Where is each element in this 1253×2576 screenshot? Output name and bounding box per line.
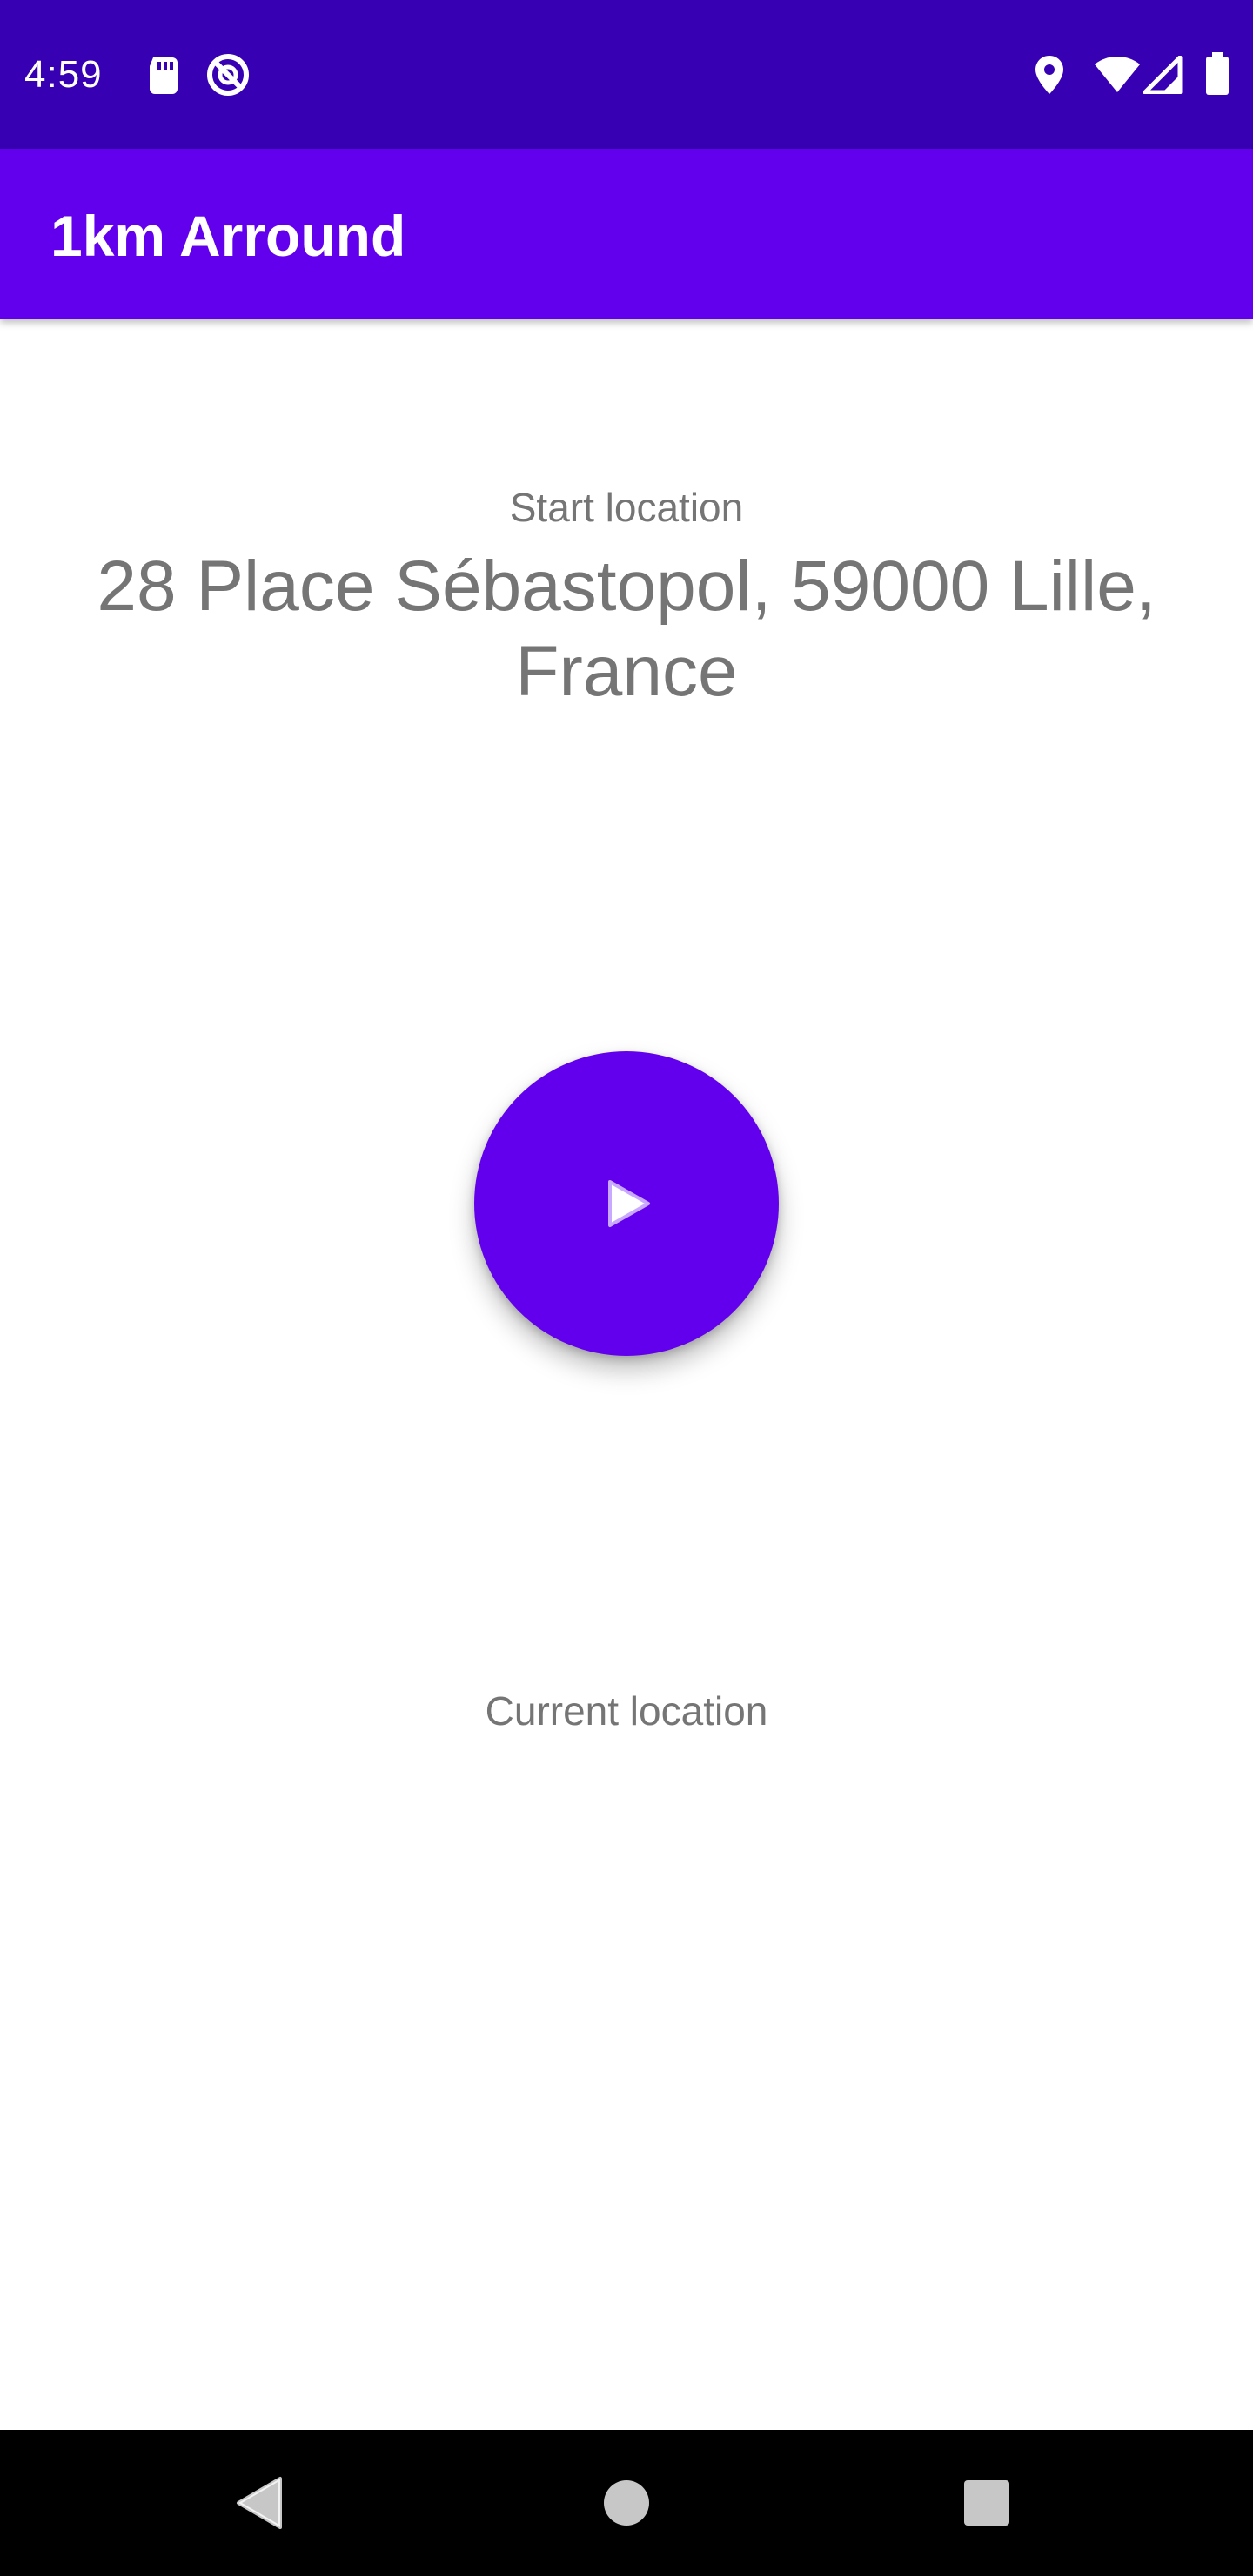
app-bar: 1km Arround bbox=[0, 149, 1253, 319]
screen: 4:59 1km Arround Start location 28 Place… bbox=[0, 0, 1253, 2576]
home-icon[interactable] bbox=[592, 2468, 661, 2538]
play-button[interactable] bbox=[474, 1051, 779, 1356]
start-location-label: Start location bbox=[509, 485, 744, 530]
main-content: Start location 28 Place Sébastopol, 5900… bbox=[0, 319, 1253, 2430]
status-bar: 4:59 bbox=[0, 0, 1253, 149]
sd-card-icon bbox=[146, 56, 181, 98]
current-location-label: Current location bbox=[485, 1688, 768, 1734]
play-icon bbox=[603, 1177, 655, 1231]
wifi-icon bbox=[1093, 56, 1142, 98]
status-time: 4:59 bbox=[24, 53, 103, 96]
recents-icon[interactable] bbox=[952, 2468, 1022, 2538]
location-icon bbox=[1034, 54, 1065, 100]
start-location-address: 28 Place Sébastopol, 59000 Lille, France bbox=[97, 547, 1156, 711]
back-icon[interactable] bbox=[226, 2468, 296, 2538]
nav-bar bbox=[0, 2430, 1253, 2576]
data-saver-icon bbox=[205, 52, 251, 102]
signal-icon bbox=[1142, 55, 1183, 98]
battery-icon bbox=[1204, 52, 1230, 100]
app-title: 1km Arround bbox=[50, 204, 406, 268]
